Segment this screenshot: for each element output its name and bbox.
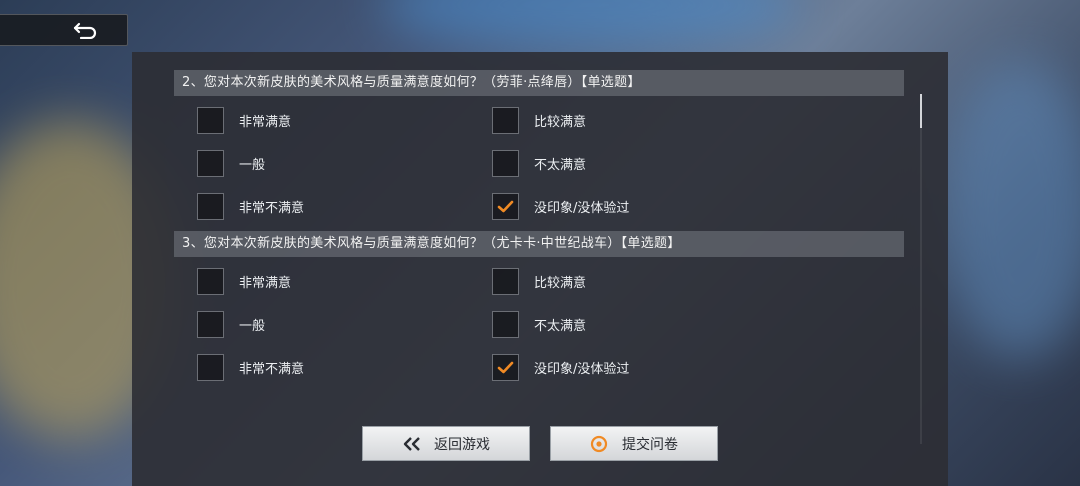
checkbox[interactable]	[492, 150, 519, 177]
option-very-satisfied[interactable]: 非常满意	[197, 106, 492, 135]
question-3: 3、您对本次新皮肤的美术风格与质量满意度如何？（尤卡卡·中世纪战车）【单选题】 …	[174, 231, 922, 382]
checkbox[interactable]	[492, 311, 519, 338]
scrollbar-track[interactable]	[920, 94, 922, 444]
option-very-dissatisfied[interactable]: 非常不满意	[197, 192, 492, 221]
option-very-dissatisfied[interactable]: 非常不满意	[197, 353, 492, 382]
checkbox[interactable]	[197, 268, 224, 295]
checkbox-checked[interactable]	[492, 354, 519, 381]
option-no-impression[interactable]: 没印象/没体验过	[492, 353, 787, 382]
option-label: 没印象/没体验过	[534, 201, 630, 216]
option-fairly-satisfied[interactable]: 比较满意	[492, 106, 787, 135]
checkbox[interactable]	[197, 193, 224, 220]
question-title: 3、您对本次新皮肤的美术风格与质量满意度如何？（尤卡卡·中世纪战车）【单选题】	[174, 231, 904, 257]
submit-survey-button[interactable]: 提交问卷	[550, 426, 718, 461]
option-neutral[interactable]: 一般	[197, 149, 492, 178]
back-button[interactable]	[0, 14, 128, 46]
back-to-game-label: 返回游戏	[434, 436, 490, 453]
checkbox-checked[interactable]	[492, 193, 519, 220]
option-label: 不太满意	[534, 158, 587, 173]
question-title: 2、您对本次新皮肤的美术风格与质量满意度如何？（劳菲·点绛唇）【单选题】	[174, 70, 904, 96]
option-label: 比较满意	[534, 276, 587, 291]
option-label: 不太满意	[534, 319, 587, 334]
checkbox[interactable]	[197, 107, 224, 134]
double-chevron-left-icon	[402, 435, 422, 453]
checkbox[interactable]	[197, 150, 224, 177]
return-arrow-icon	[73, 22, 97, 39]
orange-target-icon	[590, 435, 610, 453]
option-label: 一般	[239, 319, 266, 334]
option-very-satisfied[interactable]: 非常满意	[197, 267, 492, 296]
option-label: 一般	[239, 158, 266, 173]
option-label: 非常不满意	[239, 201, 305, 216]
option-not-very-satisfied[interactable]: 不太满意	[492, 310, 787, 339]
survey-panel: 2、您对本次新皮肤的美术风格与质量满意度如何？（劳菲·点绛唇）【单选题】 非常满…	[132, 52, 948, 486]
option-label: 非常满意	[239, 276, 292, 291]
option-neutral[interactable]: 一般	[197, 310, 492, 339]
background-blur	[380, 0, 800, 50]
option-label: 没印象/没体验过	[534, 362, 630, 377]
checkbox[interactable]	[492, 268, 519, 295]
checkbox[interactable]	[197, 354, 224, 381]
back-to-game-button[interactable]: 返回游戏	[362, 426, 530, 461]
submit-survey-label: 提交问卷	[622, 436, 678, 453]
option-not-very-satisfied[interactable]: 不太满意	[492, 149, 787, 178]
question-2: 2、您对本次新皮肤的美术风格与质量满意度如何？（劳菲·点绛唇）【单选题】 非常满…	[174, 70, 922, 221]
option-no-impression[interactable]: 没印象/没体验过	[492, 192, 787, 221]
option-label: 比较满意	[534, 115, 587, 130]
option-label: 非常满意	[239, 115, 292, 130]
question-list[interactable]: 2、您对本次新皮肤的美术风格与质量满意度如何？（劳菲·点绛唇）【单选题】 非常满…	[132, 70, 922, 446]
scrollbar-thumb[interactable]	[920, 94, 922, 128]
background-blur	[940, 60, 1080, 360]
checkbox[interactable]	[492, 107, 519, 134]
option-label: 非常不满意	[239, 362, 305, 377]
checkmark-icon	[497, 361, 514, 374]
option-fairly-satisfied[interactable]: 比较满意	[492, 267, 787, 296]
checkbox[interactable]	[197, 311, 224, 338]
checkmark-icon	[497, 200, 514, 213]
